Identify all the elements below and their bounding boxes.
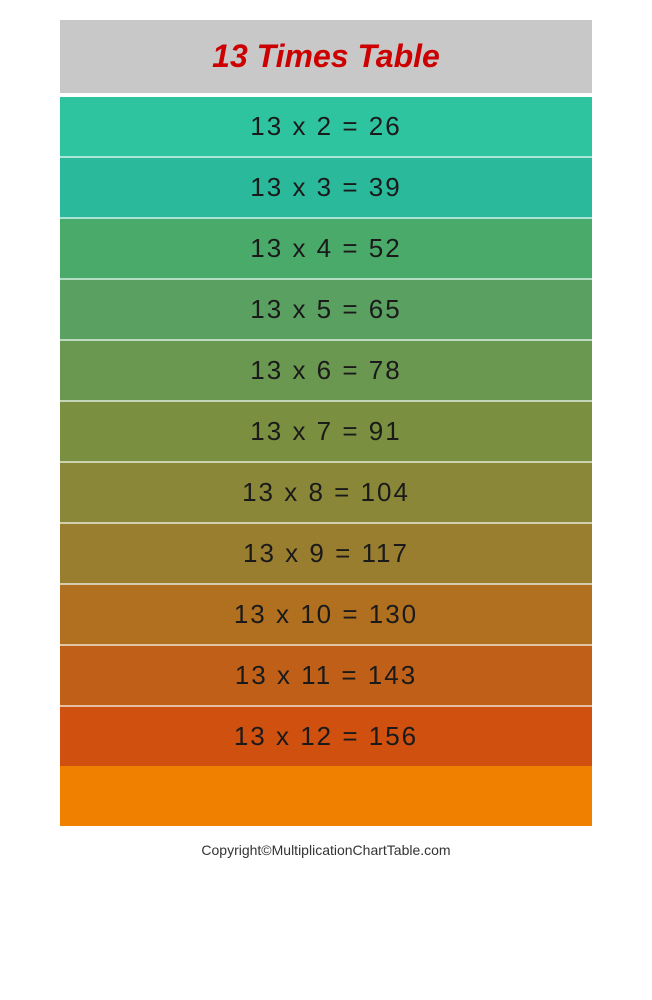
multiplication-expression: 13 x 7 = 91 <box>250 416 401 447</box>
table-row: 13 x 10 = 130 <box>60 585 592 646</box>
multiplication-expression: 13 x 6 = 78 <box>250 355 401 386</box>
title-bar: 13 Times Table <box>60 20 592 93</box>
times-table-container: 13 x 2 = 26 13 x 3 = 39 13 x 4 = 52 13 x 5 … <box>60 97 592 766</box>
table-row: 13 x 5 = 65 <box>60 280 592 341</box>
table-row: 13 x 8 = 104 <box>60 463 592 524</box>
table-row: 13 x 4 = 52 <box>60 219 592 280</box>
table-row: 13 x 7 = 91 <box>60 402 592 463</box>
multiplication-expression: 13 x 9 = 117 <box>243 538 409 569</box>
table-row: 13 x 3 = 39 <box>60 158 592 219</box>
table-row: 13 x 2 = 26 <box>60 97 592 158</box>
table-row: 13 x 6 = 78 <box>60 341 592 402</box>
multiplication-expression: 13 x 5 = 65 <box>250 294 401 325</box>
page-title: 13 Times Table <box>70 38 582 75</box>
multiplication-expression: 13 x 3 = 39 <box>250 172 401 203</box>
multiplication-expression: 13 x 11 = 143 <box>235 660 417 691</box>
copyright-text: Copyright©MultiplicationChartTable.com <box>201 842 450 858</box>
multiplication-expression: 13 x 4 = 52 <box>250 233 401 264</box>
table-row: 13 x 9 = 117 <box>60 524 592 585</box>
table-row: 13 x 11 = 143 <box>60 646 592 707</box>
multiplication-expression: 13 x 2 = 26 <box>250 111 401 142</box>
footer-color-bar <box>60 766 592 826</box>
multiplication-expression: 13 x 12 = 156 <box>234 721 418 752</box>
table-row: 13 x 12 = 156 <box>60 707 592 766</box>
multiplication-expression: 13 x 10 = 130 <box>234 599 418 630</box>
multiplication-expression: 13 x 8 = 104 <box>242 477 410 508</box>
